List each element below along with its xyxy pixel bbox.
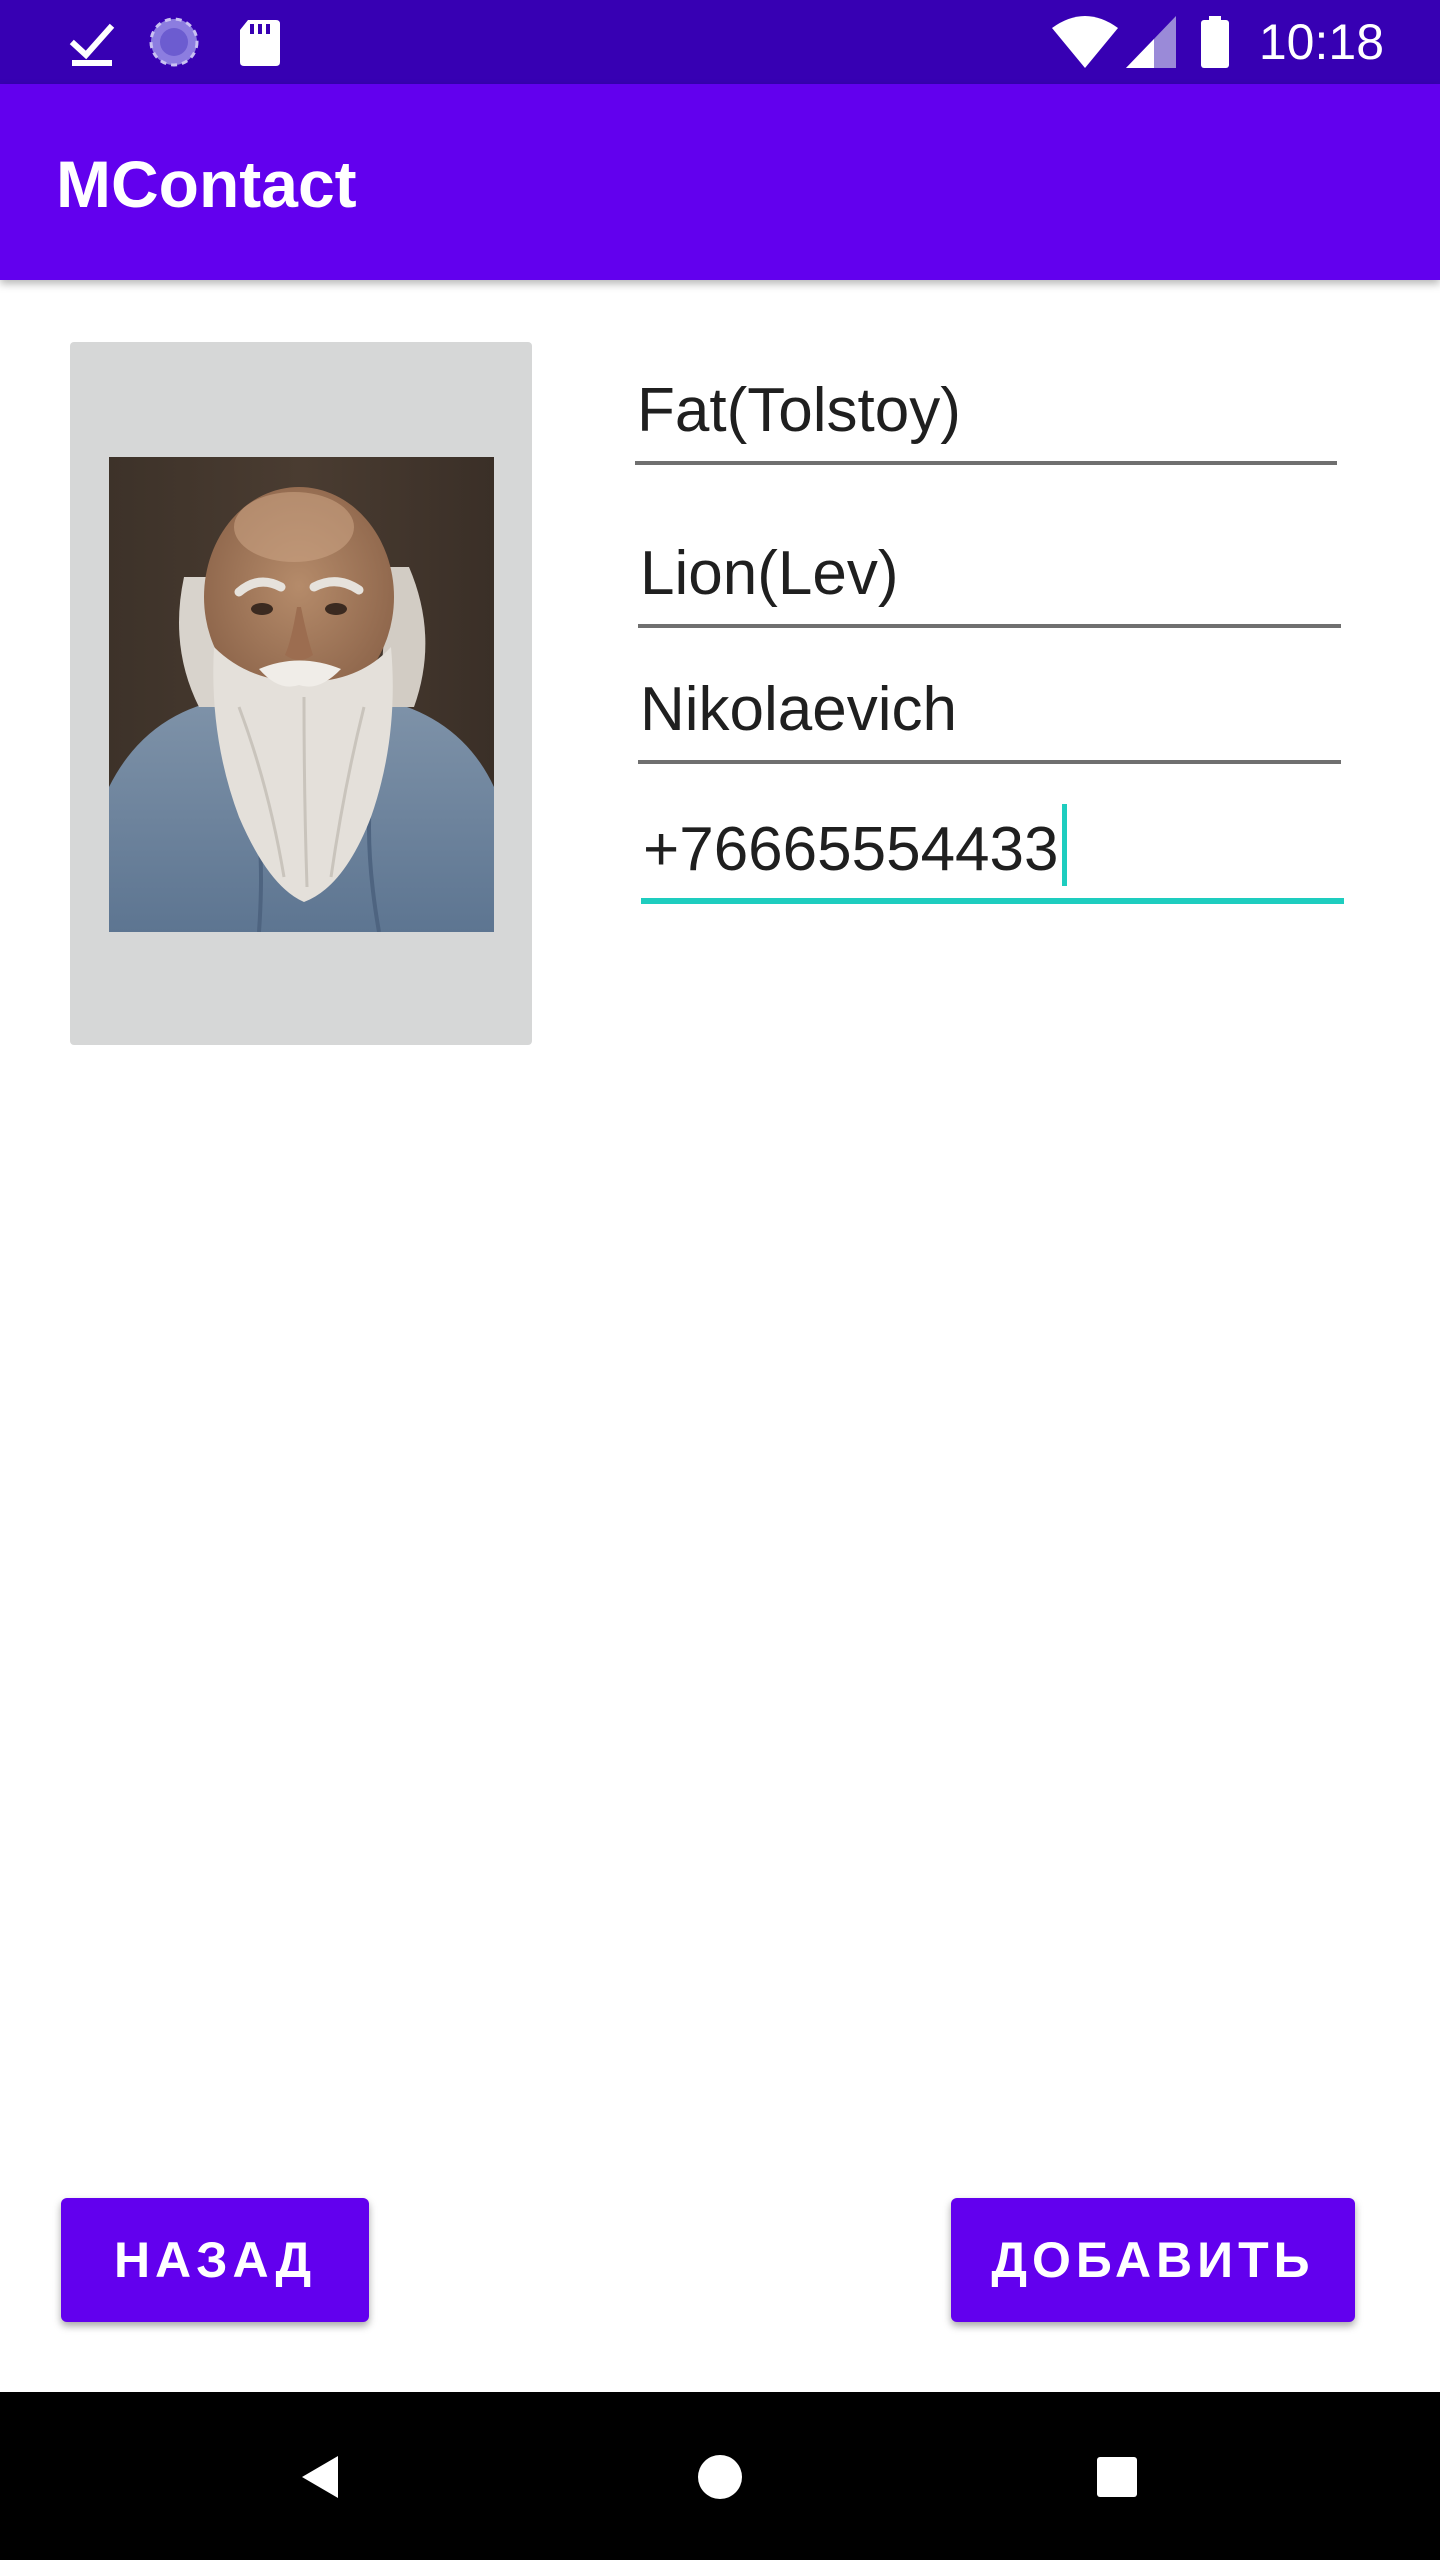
patronymic-field[interactable] [638, 654, 1341, 764]
sd-card-icon [240, 20, 280, 66]
back-icon[interactable] [276, 2432, 366, 2522]
phone-underline [641, 898, 1344, 904]
last-name-field-container [635, 355, 1337, 465]
last-name-underline [635, 461, 1337, 465]
first-name-field[interactable] [638, 518, 1341, 628]
portrait-photo [109, 457, 494, 932]
patronymic-field-container [638, 654, 1341, 764]
battery-icon [1201, 16, 1229, 68]
home-icon[interactable] [675, 2432, 765, 2522]
status-time: 10:18 [1258, 14, 1384, 70]
phone-field-container [641, 794, 1344, 904]
first-name-underline [638, 624, 1341, 628]
last-name-field[interactable] [635, 355, 1337, 465]
download-done-icon [69, 23, 115, 66]
contact-photo-frame[interactable] [70, 342, 532, 1045]
add-button[interactable]: ДОБАВИТЬ [951, 2198, 1355, 2322]
text-cursor [1062, 804, 1067, 886]
recents-icon[interactable] [1072, 2432, 1162, 2522]
cellular-signal-icon [1126, 16, 1176, 68]
status-bar: 10:18 [0, 0, 1440, 84]
navigation-bar [0, 2392, 1440, 2560]
wifi-icon [1052, 16, 1118, 68]
app-bar: MContact [0, 84, 1440, 280]
sync-progress-icon [149, 17, 199, 67]
first-name-field-container [638, 518, 1341, 628]
back-button[interactable]: НАЗАД [61, 2198, 369, 2322]
patronymic-underline [638, 760, 1341, 764]
phone-field[interactable] [641, 794, 1344, 904]
app-title: MContact [56, 147, 357, 221]
